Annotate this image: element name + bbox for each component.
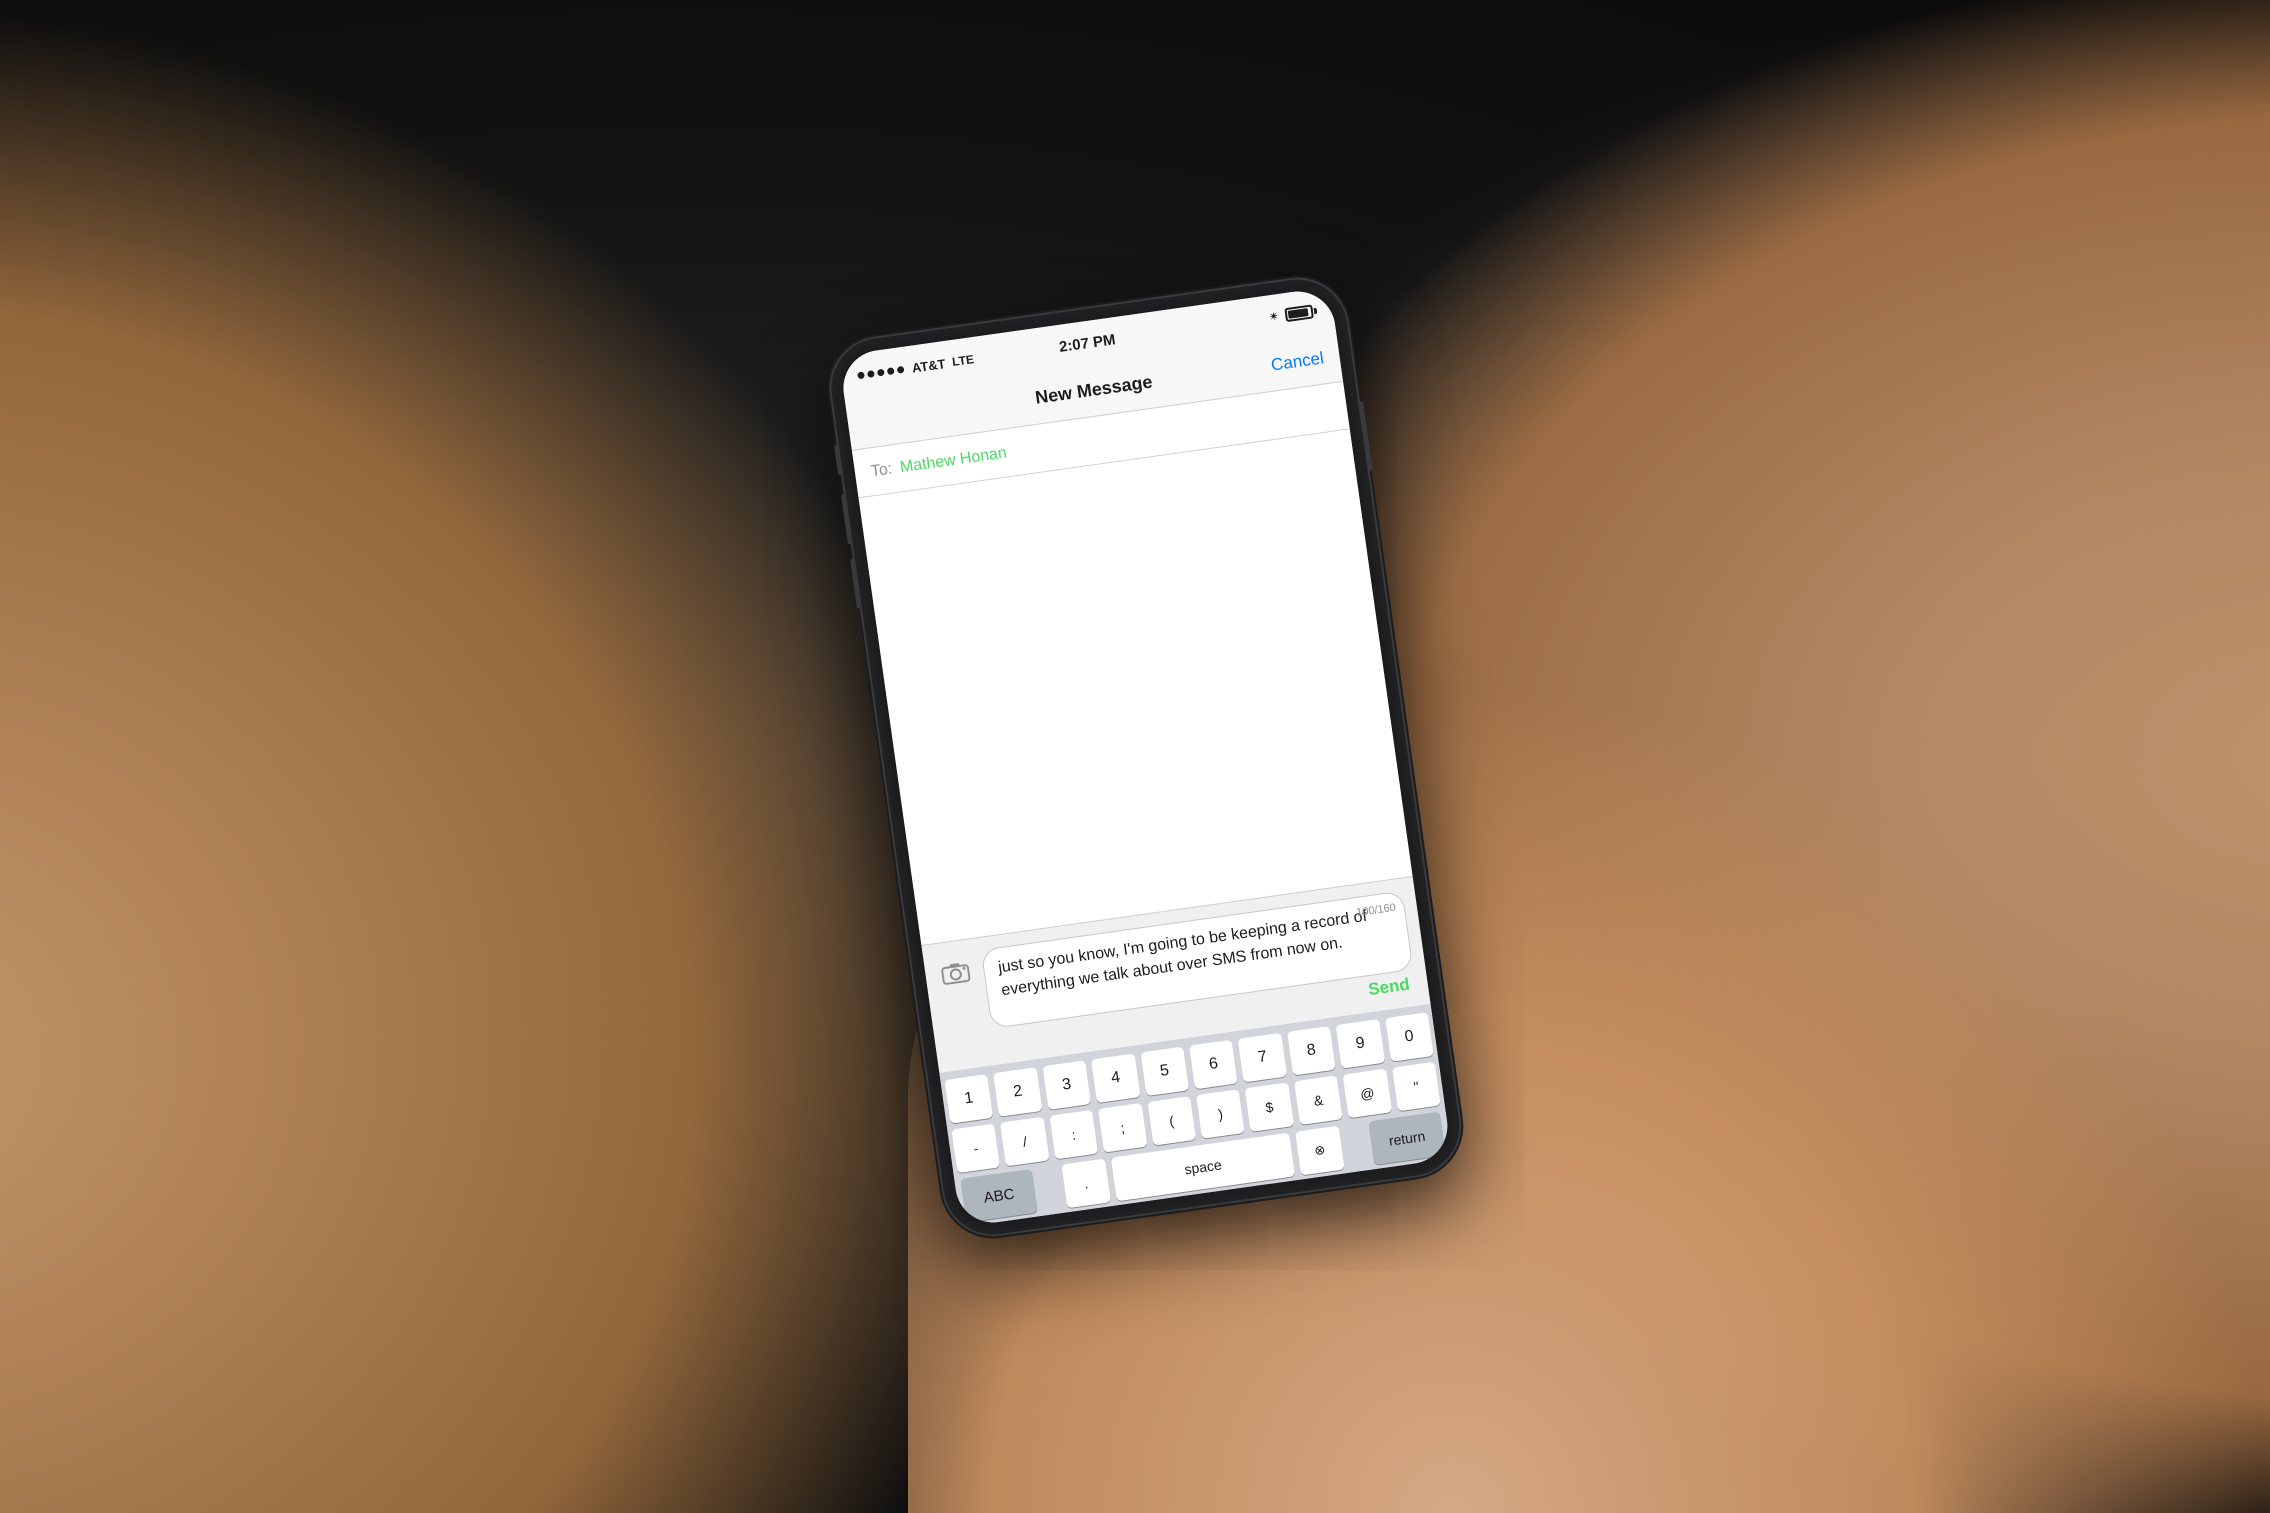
key-8[interactable]: 8 — [1287, 1025, 1336, 1075]
nav-title: New Message — [1034, 371, 1154, 408]
key-slash[interactable]: / — [1000, 1116, 1049, 1166]
key-4[interactable]: 4 — [1091, 1053, 1140, 1103]
key-9[interactable]: 9 — [1336, 1019, 1385, 1069]
to-recipient: Mathew Honan — [899, 443, 1008, 476]
carrier-name: AT&T — [911, 355, 946, 375]
key-1[interactable]: 1 — [944, 1074, 993, 1124]
key-dash[interactable]: - — [951, 1123, 1000, 1173]
signal-dot-3 — [877, 368, 885, 376]
key-3[interactable]: 3 — [1042, 1060, 1091, 1110]
send-label[interactable]: Send — [1367, 974, 1411, 999]
key-close-paren[interactable]: ) — [1196, 1089, 1245, 1139]
key-ampersand[interactable]: & — [1294, 1075, 1343, 1125]
key-at[interactable]: @ — [1343, 1068, 1392, 1118]
key-5[interactable]: 5 — [1140, 1046, 1189, 1096]
battery-tip — [1314, 307, 1318, 313]
key-dollar[interactable]: $ — [1245, 1082, 1294, 1132]
camera-icon — [940, 959, 972, 991]
battery-indicator — [1284, 303, 1318, 321]
key-abc[interactable]: ABC — [960, 1168, 1037, 1222]
key-quote[interactable]: " — [1392, 1061, 1441, 1111]
key-6[interactable]: 6 — [1189, 1039, 1238, 1089]
signal-dot-5 — [897, 365, 905, 373]
phone-screen: AT&T LTE 2:07 PM ✴ — [839, 286, 1453, 1226]
battery-fill — [1288, 308, 1309, 319]
compose-area[interactable] — [859, 429, 1413, 945]
signal-dot-4 — [887, 366, 895, 374]
camera-button[interactable] — [936, 955, 977, 996]
screen-content: AT&T LTE 2:07 PM ✴ — [839, 286, 1453, 1226]
key-semicolon[interactable]: ; — [1098, 1102, 1147, 1152]
signal-strength — [857, 365, 905, 378]
key-period[interactable]: . — [1061, 1158, 1111, 1208]
key-return[interactable]: return — [1368, 1111, 1445, 1165]
cancel-button[interactable]: Cancel — [1270, 347, 1325, 374]
key-7[interactable]: 7 — [1238, 1032, 1287, 1082]
battery-body — [1284, 304, 1314, 322]
signal-dot-1 — [857, 370, 865, 378]
status-time: 2:07 PM — [1058, 330, 1117, 355]
key-0[interactable]: 0 — [1385, 1012, 1434, 1062]
key-colon[interactable]: : — [1049, 1109, 1098, 1159]
bluetooth-icon: ✴ — [1267, 308, 1280, 325]
hand-left — [0, 0, 1022, 1513]
key-delete-circle[interactable]: ⊗ — [1295, 1125, 1345, 1175]
key-open-paren[interactable]: ( — [1147, 1096, 1196, 1146]
network-type: LTE — [951, 352, 975, 369]
signal-dot-2 — [867, 369, 875, 377]
status-right: ✴ — [1267, 302, 1318, 325]
key-2[interactable]: 2 — [993, 1067, 1042, 1117]
to-label: To: — [870, 460, 894, 481]
status-left: AT&T LTE — [856, 351, 974, 382]
